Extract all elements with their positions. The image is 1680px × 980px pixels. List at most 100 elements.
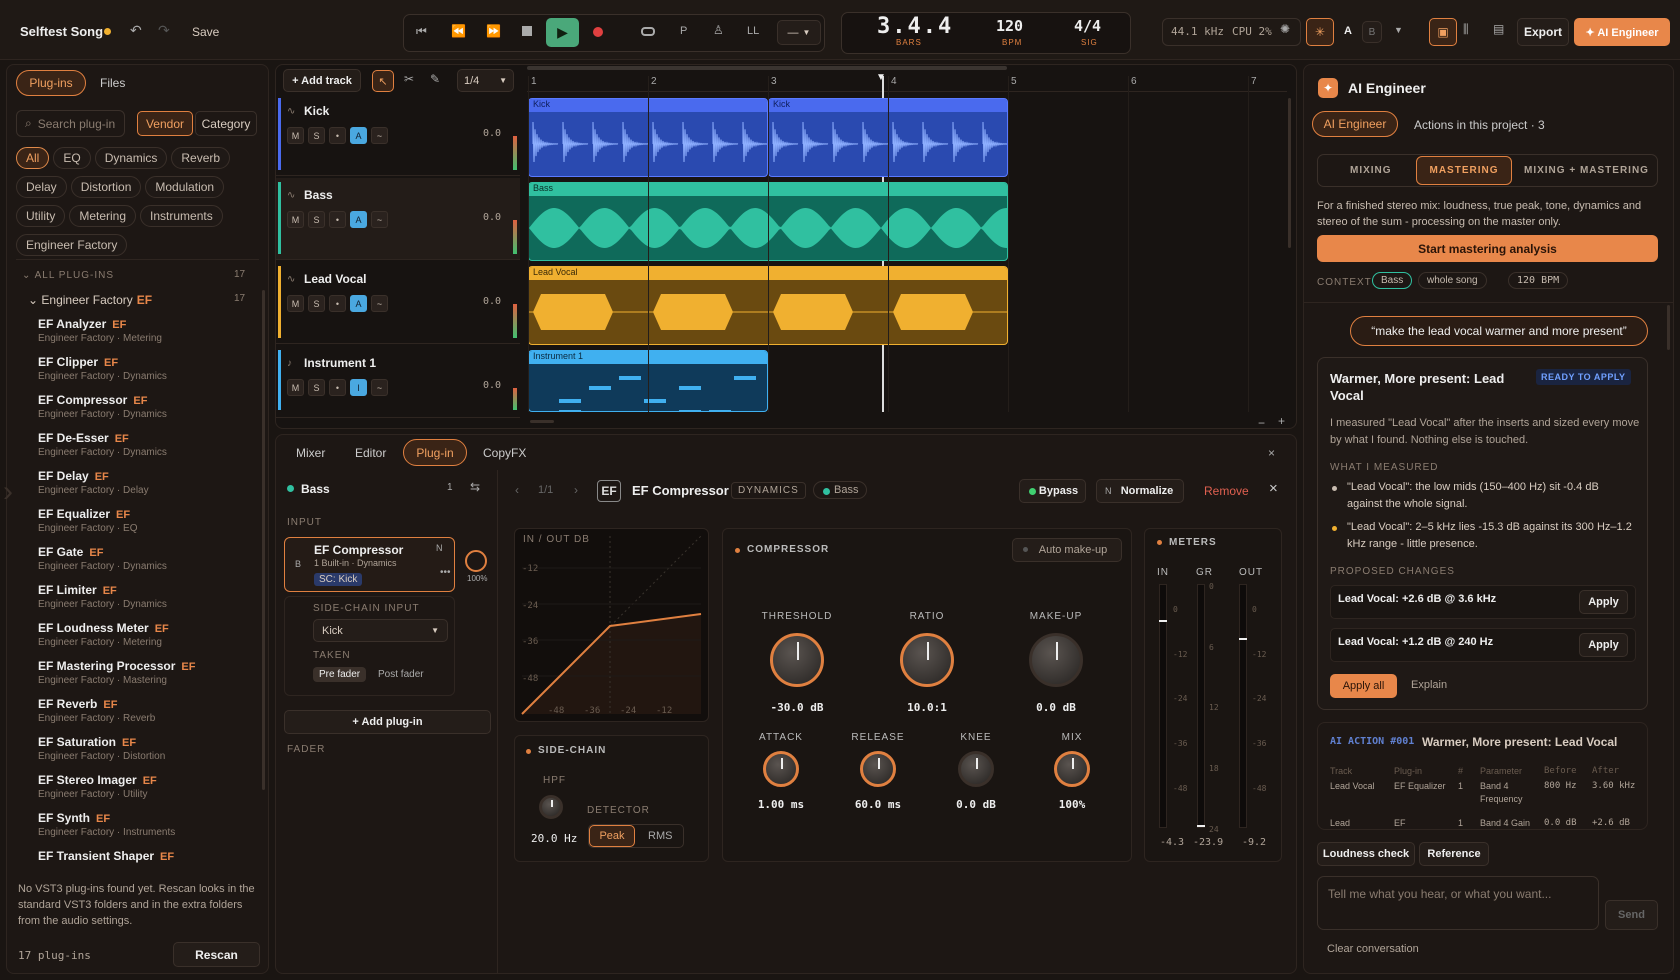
plugin-list-item[interactable]: EF Analyzer EF Engineer Factory · Metering xyxy=(38,317,258,355)
automation-button[interactable]: ~ xyxy=(371,295,388,312)
knee-knob[interactable] xyxy=(958,751,994,787)
track-name[interactable]: Instrument 1 xyxy=(304,356,376,370)
plugin-search-field[interactable]: ⌕ Search plug-in xyxy=(16,110,125,137)
loop-icon[interactable] xyxy=(641,27,655,36)
context-chip-bass[interactable]: Bass xyxy=(1372,272,1413,289)
bars-value[interactable]: 3.4.4 xyxy=(877,14,953,39)
pointer-tool-button[interactable]: ↖ xyxy=(372,70,394,92)
clear-conversation-button[interactable]: Clear conversation xyxy=(1327,943,1419,955)
track-mode-button[interactable]: I xyxy=(350,379,367,396)
track-volume[interactable]: 0.0 xyxy=(483,380,501,391)
explain-button[interactable]: Explain xyxy=(1411,679,1447,691)
snap-dropdown[interactable]: — ▼ xyxy=(777,20,821,45)
knob-value[interactable]: 0.0 dB xyxy=(936,798,1016,811)
chain-settings-icon[interactable]: ⇆ xyxy=(470,480,480,494)
ai-tab-engineer[interactable]: AI Engineer xyxy=(1312,111,1398,137)
add-track-button[interactable]: + Add track xyxy=(283,69,361,92)
remove-plugin-button[interactable]: Remove xyxy=(1204,484,1249,498)
undo-icon[interactable]: ↶ xyxy=(130,22,142,39)
start-mastering-button[interactable]: Start mastering analysis xyxy=(1317,235,1658,262)
export-button[interactable]: Export xyxy=(1517,18,1569,46)
chat-input[interactable]: Tell me what you hear, or what you want.… xyxy=(1317,876,1599,930)
stop-icon[interactable] xyxy=(522,26,532,36)
track-volume[interactable]: 0.0 xyxy=(483,212,501,223)
song-title[interactable]: Selftest Song xyxy=(20,24,103,39)
tab-mixer[interactable]: Mixer xyxy=(296,446,325,460)
filter-modulation[interactable]: Modulation xyxy=(145,176,225,198)
filter-distortion[interactable]: Distortion xyxy=(70,176,142,198)
track-mode-button[interactable]: A xyxy=(350,127,367,144)
plugin-list-item[interactable]: EF Saturation EF Engineer Factory · Distor… xyxy=(38,735,258,773)
vendor-group[interactable]: ⌄ Engineer Factory EF xyxy=(28,293,152,307)
filter-all[interactable]: All xyxy=(16,147,50,169)
plugin-list-item[interactable]: EF Compressor EF Engineer Factory · Dynami… xyxy=(38,393,258,431)
hpf-knob[interactable] xyxy=(539,795,563,819)
mode-mastering[interactable]: MASTERING xyxy=(1416,156,1512,185)
mute-button[interactable]: M xyxy=(287,379,304,396)
filter-engineer-factory[interactable]: Engineer Factory xyxy=(16,234,128,256)
mix-knob[interactable] xyxy=(1054,751,1090,787)
playhead-marker-icon[interactable]: ▼ xyxy=(876,72,886,83)
threshold-knob[interactable] xyxy=(770,633,824,687)
scissors-tool-icon[interactable]: ✂ xyxy=(404,72,414,86)
slot-menu-icon[interactable]: ••• xyxy=(440,567,451,578)
auto-makeup-button[interactable]: Auto make-up xyxy=(1012,538,1122,562)
loop-range-bar[interactable] xyxy=(527,66,1007,70)
chat-scrollbar[interactable] xyxy=(1667,305,1670,350)
quantize-dropdown[interactable]: 1/4 ▼ xyxy=(457,69,514,92)
reference-button[interactable]: Reference xyxy=(1419,842,1489,866)
track-name[interactable]: Bass xyxy=(304,188,333,202)
prev-plugin-icon[interactable]: ‹ xyxy=(515,483,519,497)
plugin-list-item[interactable]: EF De-Esser EF Engineer Factory · Dynamics xyxy=(38,431,258,469)
arm-button[interactable]: • xyxy=(329,211,346,228)
filter-eq[interactable]: EQ xyxy=(53,147,91,169)
filter-delay[interactable]: Delay xyxy=(16,176,67,198)
forward-icon[interactable]: ⏩ xyxy=(486,24,501,38)
tab-files[interactable]: Files xyxy=(100,76,125,90)
close-plugin-icon[interactable]: × xyxy=(1269,480,1278,497)
solo-button[interactable]: S xyxy=(308,295,325,312)
signature-value[interactable]: 4/4 xyxy=(1074,17,1101,35)
makeup-knob[interactable] xyxy=(1029,633,1083,687)
all-plugins-header[interactable]: ⌄ ALL PLUG-INS xyxy=(22,270,114,281)
zoom-out-icon[interactable]: − xyxy=(1258,416,1265,430)
apply-change-1-button[interactable]: Apply xyxy=(1579,590,1628,614)
track-volume[interactable]: 0.0 xyxy=(483,296,501,307)
mixer-icon[interactable]: ⫼ xyxy=(1463,22,1469,37)
apply-change-2-button[interactable]: Apply xyxy=(1579,633,1628,657)
vendor-toggle[interactable]: Vendor xyxy=(137,111,193,136)
add-plugin-button[interactable]: + Add plug-in xyxy=(284,710,491,734)
ratio-knob[interactable] xyxy=(900,633,954,687)
arm-button[interactable]: • xyxy=(329,295,346,312)
rescan-button[interactable]: Rescan xyxy=(173,942,260,967)
track-volume[interactable]: 0.0 xyxy=(483,128,501,139)
redo-icon[interactable]: ↷ xyxy=(158,22,170,39)
rewind-icon[interactable]: ⏪ xyxy=(451,24,466,38)
knob-value[interactable]: 100% xyxy=(1032,798,1112,811)
sidechain-source-select[interactable]: Kick ▼ xyxy=(313,619,448,642)
low-latency-button[interactable]: LL xyxy=(747,25,759,37)
automation-button[interactable]: ~ xyxy=(371,127,388,144)
close-panel-icon[interactable]: × xyxy=(1268,446,1275,460)
punch-button[interactable]: P xyxy=(680,25,687,37)
metronome-icon[interactable]: ♙ xyxy=(713,23,724,37)
arranger-vscroll[interactable] xyxy=(1288,98,1291,248)
plugin-list-item[interactable]: EF Gate EF Engineer Factory · Dynamics xyxy=(38,545,258,583)
plugin-list-item[interactable]: EF Transient ShaperEFEngineer Factory · … xyxy=(38,849,258,865)
knob-value[interactable]: 0.0 dB xyxy=(1016,701,1096,714)
tab-plugin[interactable]: Plug-in xyxy=(403,439,467,466)
track-mode-button[interactable]: A xyxy=(350,295,367,312)
filter-reverb[interactable]: Reverb xyxy=(171,147,231,169)
b-compare-button[interactable]: B xyxy=(1362,21,1382,43)
mute-button[interactable]: M xyxy=(287,127,304,144)
post-fader-toggle[interactable]: Post fader xyxy=(378,669,424,680)
solo-button[interactable]: S xyxy=(308,211,325,228)
track-name[interactable]: Kick xyxy=(304,104,329,118)
settings-gear-icon[interactable]: ✺ xyxy=(1280,22,1290,36)
bpm-value[interactable]: 120 xyxy=(996,17,1023,35)
context-chip-bpm[interactable]: 120 BPM xyxy=(1508,272,1569,289)
plugin-list-item[interactable]: EF Reverb EF Engineer Factory · Reverb xyxy=(38,697,258,735)
mute-button[interactable]: M xyxy=(287,295,304,312)
slot-n-badge[interactable]: N xyxy=(436,543,443,553)
pencil-tool-icon[interactable]: ✎ xyxy=(430,72,440,86)
